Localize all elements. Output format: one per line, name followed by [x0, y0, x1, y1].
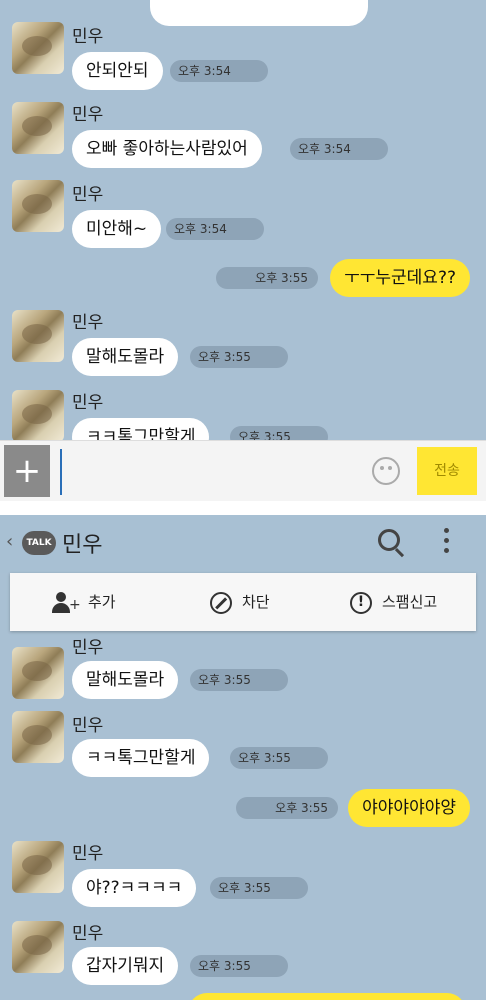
sender-name: 민우 — [72, 844, 104, 864]
add-friend-button[interactable]: + 추가 — [52, 573, 116, 631]
add-person-icon: + — [52, 591, 81, 614]
sender-name: 민우 — [72, 716, 104, 736]
avatar[interactable] — [12, 180, 64, 232]
message-bubble-partial — [150, 0, 368, 26]
message-time: 오후 3:54 — [290, 138, 388, 160]
avatar[interactable] — [12, 711, 64, 763]
chat-area-top[interactable]: 민우 안되안되 오후 3:54 민우 오빠 좋아하는사람있어 오후 3:54 민… — [0, 0, 486, 440]
message-bubble[interactable]: 안되안되 — [72, 52, 163, 90]
sender-name: 민우 — [72, 638, 104, 658]
message-bubble[interactable]: ㅋㅋ톡그만할게 — [72, 418, 210, 440]
attach-plus-button[interactable]: + — [4, 445, 50, 497]
stranger-action-bar: + 추가 차단 ! 스팸신고 — [10, 573, 476, 631]
message-time: 오후 3:55 — [190, 955, 288, 977]
message-time: 오후 3:55 — [190, 346, 288, 368]
send-button[interactable]: 전송 — [417, 447, 477, 495]
emoji-icon[interactable] — [372, 457, 400, 485]
message-bubble[interactable]: 오빠 좋아하는사람있어 — [72, 130, 262, 168]
message-bubble[interactable]: 야야야야야양 — [348, 789, 470, 827]
message-time: 오후 3:55 — [210, 877, 308, 899]
chat-title: 민우 — [62, 533, 103, 558]
message-bubble[interactable]: ㅜㅜ누군데요?? — [330, 259, 470, 297]
more-menu-icon[interactable] — [444, 525, 450, 555]
message-time: 오후 3:55 — [236, 797, 338, 819]
sender-name: 민우 — [72, 185, 104, 205]
message-bubble[interactable]: 야??ㅋㅋㅋㅋ — [72, 869, 197, 907]
message-bubble[interactable]: 미안해~ — [72, 210, 162, 248]
avatar[interactable] — [12, 921, 64, 973]
search-icon[interactable] — [378, 529, 400, 551]
message-time: 오후 3:55 — [230, 747, 328, 769]
block-icon — [210, 591, 232, 614]
sender-name: 민우 — [72, 393, 104, 413]
sender-name: 민우 — [72, 313, 104, 333]
add-label: 추가 — [88, 593, 116, 611]
avatar[interactable] — [12, 310, 64, 362]
message-bubble-partial — [188, 993, 466, 1000]
avatar[interactable] — [12, 841, 64, 893]
message-time: 오후 3:54 — [170, 60, 268, 82]
message-input-bar: + 전송 — [0, 440, 486, 501]
sender-name: 민우 — [72, 105, 104, 125]
avatar[interactable] — [12, 22, 64, 74]
message-time: 오후 3:55 — [190, 669, 288, 691]
sender-name: 민우 — [72, 27, 104, 47]
talk-logo-icon: TALK — [22, 531, 56, 555]
avatar[interactable] — [12, 102, 64, 154]
message-time: 오후 3:55 — [216, 267, 318, 289]
chat-header: ‹ TALK 민우 — [0, 515, 486, 573]
message-bubble[interactable]: 갑자기뭐지 — [72, 947, 179, 985]
block-button[interactable]: 차단 — [210, 573, 270, 631]
back-arrow-icon[interactable]: ‹ — [6, 531, 13, 552]
avatar[interactable] — [12, 390, 64, 440]
block-label: 차단 — [242, 593, 270, 611]
message-time: 오후 3:54 — [166, 218, 264, 240]
alert-icon: ! — [350, 591, 372, 614]
message-bubble[interactable]: 말해도몰라 — [72, 661, 179, 699]
avatar[interactable] — [12, 647, 64, 699]
sender-name: 민우 — [72, 924, 104, 944]
message-bubble[interactable]: 말해도몰라 — [72, 338, 179, 376]
spam-label: 스팸신고 — [382, 593, 438, 611]
report-spam-button[interactable]: ! 스팸신고 — [350, 573, 437, 631]
message-time: 오후 3:55 — [230, 426, 328, 440]
message-input[interactable] — [60, 449, 366, 495]
message-bubble[interactable]: ㅋㅋ톡그만할게 — [72, 739, 210, 777]
